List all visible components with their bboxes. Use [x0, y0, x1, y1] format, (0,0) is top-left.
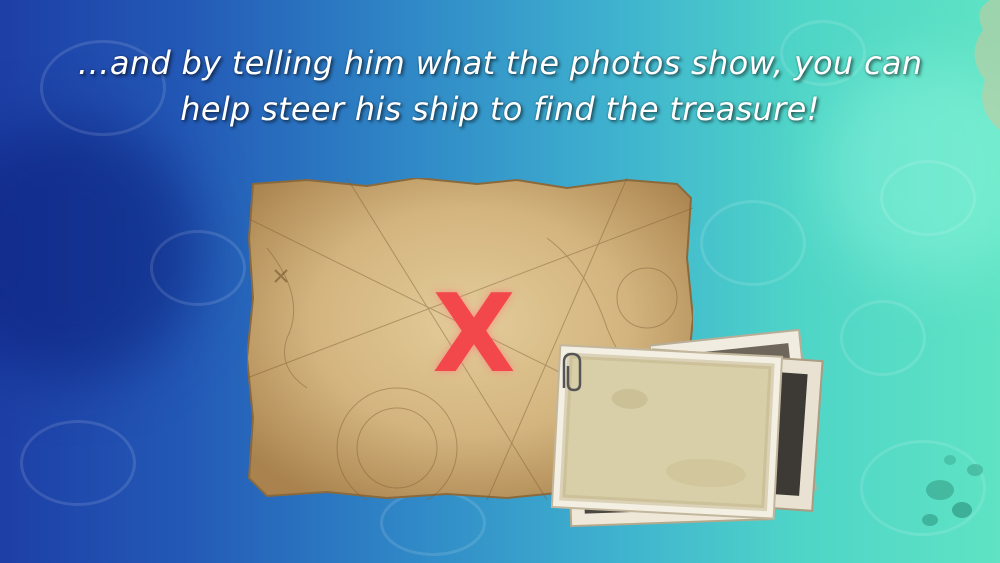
caption: …and by telling him what the photos show…	[0, 40, 1000, 132]
water-ripple	[20, 420, 136, 506]
seabed-rocks-icon	[922, 455, 983, 526]
water-ripple	[700, 200, 806, 286]
x-marks-the-spot: X	[432, 272, 516, 397]
caption-line-2: help steer his ship to find the treasure…	[180, 90, 820, 128]
water-ripple	[150, 230, 246, 306]
old-photos-stack-icon	[550, 328, 824, 528]
water-ripple	[880, 160, 976, 236]
slide-background: …and by telling him what the photos show…	[0, 0, 1000, 563]
caption-line-1: …and by telling him what the photos show…	[77, 44, 923, 82]
water-ripple	[840, 300, 926, 376]
